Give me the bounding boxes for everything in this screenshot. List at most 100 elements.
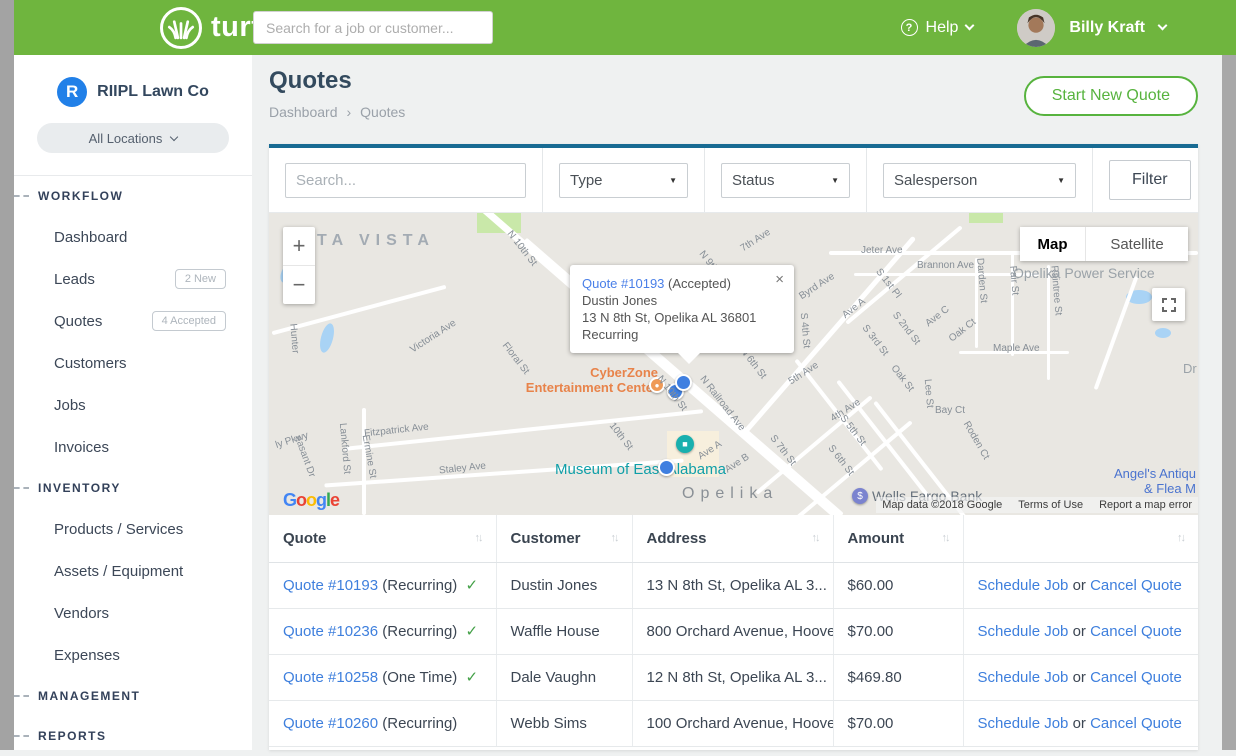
select-caret-icon: ▼ [669, 176, 677, 185]
close-icon[interactable]: × [775, 273, 784, 286]
user-avatar[interactable] [1017, 9, 1055, 47]
zoom-in-button[interactable]: + [283, 227, 315, 265]
customer-cell: Webb Sims [496, 700, 632, 746]
zoom-out-button[interactable]: − [283, 266, 315, 304]
type-select[interactable]: Type ▼ [559, 163, 688, 198]
dash-icon [14, 695, 29, 697]
status-select[interactable]: Status ▼ [721, 163, 850, 198]
amount-cell: $469.80 [833, 654, 963, 700]
global-search-input[interactable] [253, 11, 493, 44]
accepted-check-icon: ✓ [461, 577, 478, 594]
quotes-table: Quote↑↓Customer↑↓Address↑↓Amount↑↓↑↓ Quo… [269, 515, 1198, 747]
street-label: easant Dr [292, 434, 317, 479]
customer-cell: Dale Vaughn [496, 654, 632, 700]
user-name[interactable]: Billy Kraft [1069, 19, 1145, 37]
sidebar-item-label: Expenses [54, 647, 120, 664]
quote-link[interactable]: Quote #10260 [283, 715, 378, 732]
breadcrumb: Dashboard › Quotes [269, 104, 405, 120]
salesperson-select-value: Salesperson [894, 172, 977, 189]
schedule-job-link[interactable]: Schedule Job [978, 669, 1069, 686]
sidebar-item-products-services[interactable]: Products / Services [14, 508, 252, 550]
street-label: Ave B [723, 452, 751, 476]
street-label: S 5th St [838, 413, 869, 448]
quote-link[interactable]: Quote #10193 [283, 577, 378, 594]
column-header-quote[interactable]: Quote ↑↓ [269, 515, 496, 562]
filter-button[interactable]: Filter [1109, 160, 1191, 200]
address-cell: 100 Orchard Avenue, Hoove... [632, 700, 833, 746]
schedule-job-link[interactable]: Schedule Job [978, 577, 1069, 594]
street-label: 10th St [607, 421, 635, 453]
column-header-actions[interactable]: ↑↓ [963, 515, 1198, 562]
quote-link[interactable]: Quote #10236 [283, 623, 378, 640]
sort-icon[interactable]: ↑↓ [475, 532, 482, 544]
sidebar-item-expenses[interactable]: Expenses [14, 634, 252, 676]
sidebar-item-assets-equipment[interactable]: Assets / Equipment [14, 550, 252, 592]
sidebar-item-customers[interactable]: Customers [14, 342, 252, 384]
map[interactable]: TA VISTA Opelika Opelika Power Service D… [269, 213, 1198, 515]
breadcrumb-dashboard[interactable]: Dashboard [269, 104, 338, 120]
map-data-label: Map data ©2018 Google [882, 499, 1002, 511]
sidebar: R RIIPL Lawn Co All Locations WORKFLOWDa… [14, 55, 252, 750]
scrollbar[interactable] [1222, 55, 1236, 750]
sidebar-item-dashboard[interactable]: Dashboard [14, 216, 252, 258]
column-header-label: Customer [511, 530, 581, 547]
sidebar-section-label: INVENTORY [38, 481, 121, 495]
actions-cell: Schedule Job or Cancel Quote [963, 654, 1198, 700]
turfhop-grass-icon [160, 7, 202, 49]
sort-icon[interactable]: ↑↓ [812, 532, 819, 544]
terms-link[interactable]: Terms of Use [1018, 499, 1083, 511]
dash-icon [14, 487, 29, 489]
fullscreen-icon [1162, 298, 1176, 312]
location-selector-label: All Locations [89, 131, 163, 146]
info-window-tail [678, 353, 700, 364]
help-menu[interactable]: ? Help [901, 19, 974, 37]
schedule-job-link[interactable]: Schedule Job [978, 623, 1069, 640]
chevron-down-icon[interactable] [1158, 21, 1168, 31]
sidebar-item-invoices[interactable]: Invoices [14, 426, 252, 468]
sidebar-nav: WORKFLOWDashboardLeads2 NewQuotes4 Accep… [14, 176, 252, 756]
dash-icon [14, 735, 29, 737]
sidebar-item-jobs[interactable]: Jobs [14, 384, 252, 426]
quote-cell: Quote #10193 (Recurring) ✓ [269, 562, 496, 608]
quotes-search-input[interactable] [285, 163, 526, 198]
map-button[interactable]: Map [1020, 227, 1086, 261]
map-water [1155, 328, 1171, 338]
satellite-button[interactable]: Satellite [1086, 227, 1188, 261]
cancel-quote-link[interactable]: Cancel Quote [1090, 623, 1182, 640]
cancel-quote-link[interactable]: Cancel Quote [1090, 715, 1182, 732]
company-row: R RIIPL Lawn Co [14, 77, 252, 107]
column-header-customer[interactable]: Customer ↑↓ [496, 515, 632, 562]
select-caret-icon: ▼ [831, 176, 839, 185]
sidebar-item-leads[interactable]: Leads2 New [14, 258, 252, 300]
location-selector[interactable]: All Locations [37, 123, 229, 153]
sidebar-section-label: MANAGEMENT [38, 689, 140, 703]
sort-icon[interactable]: ↑↓ [611, 532, 618, 544]
quote-link[interactable]: Quote #10258 [283, 669, 378, 686]
sort-icon[interactable]: ↑↓ [1177, 532, 1184, 544]
info-quote-link[interactable]: Quote #10193 [582, 276, 664, 291]
column-header-label: Quote [283, 530, 326, 547]
cancel-quote-link[interactable]: Cancel Quote [1090, 577, 1182, 594]
start-new-quote-button[interactable]: Start New Quote [1024, 76, 1198, 116]
sort-icon[interactable]: ↑↓ [942, 532, 949, 544]
column-header-amount[interactable]: Amount↑↓ [833, 515, 963, 562]
sidebar-section-workflow: WORKFLOW [14, 176, 252, 216]
quote-marker[interactable] [675, 374, 692, 391]
quote-marker[interactable] [658, 459, 675, 476]
fullscreen-button[interactable] [1152, 288, 1185, 321]
cancel-quote-link[interactable]: Cancel Quote [1090, 669, 1182, 686]
page-title: Quotes [269, 67, 352, 95]
sidebar-item-label: Invoices [54, 439, 109, 456]
salesperson-select[interactable]: Salesperson ▼ [883, 163, 1076, 198]
sidebar-section-inventory: INVENTORY [14, 468, 252, 508]
sidebar-item-quotes[interactable]: Quotes4 Accepted [14, 300, 252, 342]
breadcrumb-current: Quotes [360, 104, 405, 120]
sidebar-item-vendors[interactable]: Vendors [14, 592, 252, 634]
info-address: 13 N 8th St, Opelika AL 36801 [582, 309, 782, 326]
poi-cyberzone: CyberZoneEntertainment Center [526, 365, 658, 395]
schedule-job-link[interactable]: Schedule Job [978, 715, 1069, 732]
google-logo-letter: e [330, 490, 339, 510]
column-header-address[interactable]: Address↑↓ [632, 515, 833, 562]
report-error-link[interactable]: Report a map error [1099, 499, 1192, 511]
sidebar-badge: 4 Accepted [152, 311, 226, 331]
